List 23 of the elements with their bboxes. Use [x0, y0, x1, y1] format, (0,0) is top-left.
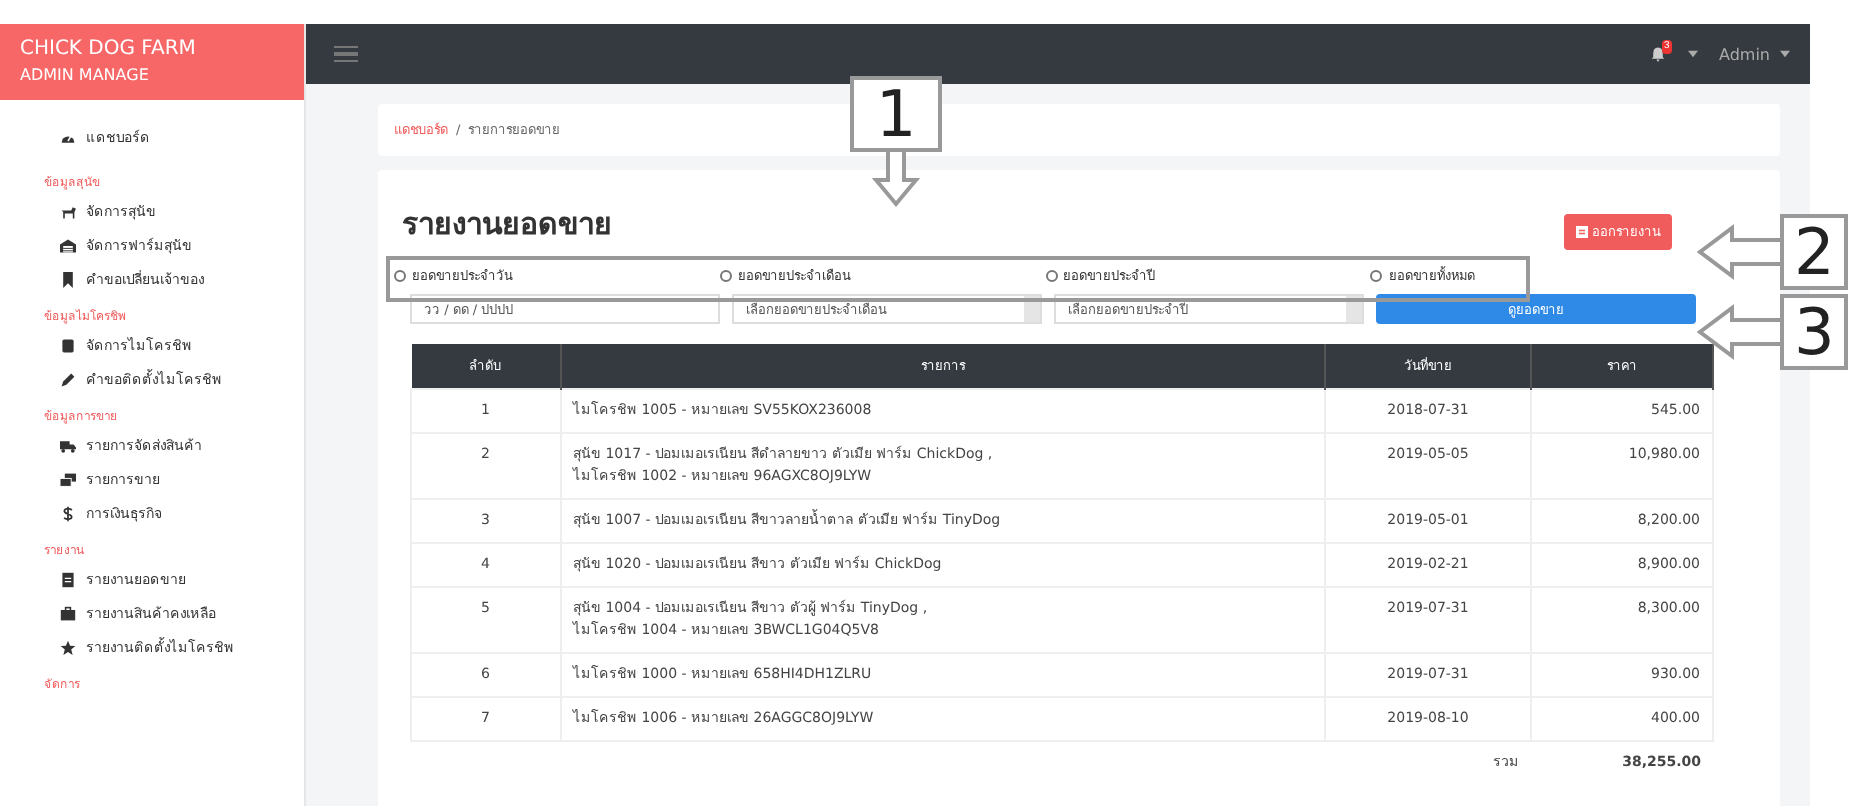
- page-title: รายงานยอดขาย: [402, 204, 612, 246]
- bookmark-icon: [60, 271, 76, 287]
- document-icon: [60, 571, 76, 587]
- menu-icon[interactable]: [334, 45, 358, 63]
- stacked-cards-icon: [60, 471, 76, 487]
- warehouse-icon: [60, 237, 76, 253]
- brand-subtitle: ADMIN MANAGE: [20, 64, 151, 88]
- truck-icon: [60, 437, 76, 453]
- bell-icon: [1649, 46, 1665, 62]
- star-icon: [60, 639, 76, 655]
- user-menu[interactable]: Admin: [1707, 45, 1770, 63]
- caret-icon: [1780, 50, 1790, 58]
- callout-number: 3: [1780, 294, 1849, 370]
- brand-title: CHICK DOG FARM: [20, 36, 198, 64]
- document-icon: [1576, 226, 1588, 238]
- callout-number: 1: [850, 76, 942, 152]
- chip-icon: [60, 337, 76, 353]
- dog-icon: [60, 203, 76, 219]
- caret-icon: [1687, 50, 1697, 58]
- dollar-icon: [60, 505, 76, 521]
- pen-icon: [60, 371, 76, 387]
- briefcase-icon: [60, 605, 76, 621]
- callout-number: 2: [1780, 214, 1849, 290]
